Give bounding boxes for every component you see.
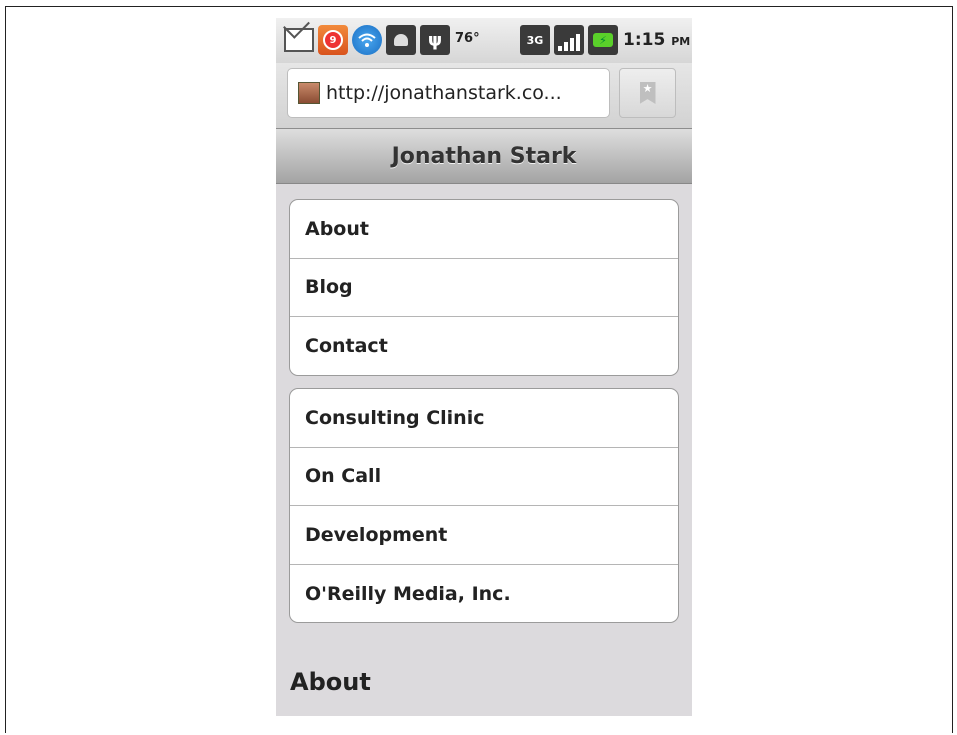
usb-icon: ψ — [420, 25, 450, 55]
page-title: Jonathan Stark — [391, 143, 577, 169]
network-label: 3G — [526, 33, 544, 47]
section-heading-about: About — [290, 668, 371, 696]
list-item-oreilly-media[interactable]: O'Reilly Media, Inc. — [290, 565, 678, 623]
temperature: 76° — [455, 31, 480, 46]
list-item-development[interactable]: Development — [290, 506, 678, 565]
status-bar: 9 ψ 76° 3G ⚡ 1:15 PM — [276, 18, 692, 63]
list-item-contact[interactable]: Contact — [290, 317, 678, 375]
android-icon — [386, 25, 416, 55]
wifi-icon — [352, 25, 382, 55]
list-item-consulting-clinic[interactable]: Consulting Clinic — [290, 389, 678, 448]
clock-time: 1:15 — [623, 30, 666, 50]
list-item-about[interactable]: About — [290, 200, 678, 259]
status-clock: 1:15 PM — [623, 30, 690, 50]
notification-badge-icon: 9 — [318, 25, 348, 55]
favicon-icon — [298, 82, 320, 104]
bookmarks-button[interactable]: ★ — [619, 68, 676, 118]
menu-group-primary: About Blog Contact — [289, 199, 679, 376]
list-item-blog[interactable]: Blog — [290, 259, 678, 317]
gmail-icon — [284, 28, 314, 52]
bookmark-icon: ★ — [639, 82, 656, 104]
url-text: http://jonathanstark.co... — [326, 82, 562, 104]
url-field[interactable]: http://jonathanstark.co... — [287, 68, 610, 118]
clock-ampm: PM — [671, 35, 691, 48]
3g-icon: 3G — [520, 25, 550, 55]
signal-icon — [554, 25, 584, 55]
battery-icon: ⚡ — [588, 25, 618, 55]
phone-screen: 9 ψ 76° 3G ⚡ 1:15 PM http://jonathanstar… — [276, 18, 692, 716]
usb-glyph: ψ — [427, 29, 443, 51]
menu-group-secondary: Consulting Clinic On Call Development O'… — [289, 388, 679, 623]
page-toolbar: Jonathan Stark — [276, 128, 692, 184]
list-item-on-call[interactable]: On Call — [290, 448, 678, 506]
browser-url-bar: http://jonathanstark.co... ★ — [276, 63, 692, 128]
badge-count: 9 — [323, 30, 343, 50]
